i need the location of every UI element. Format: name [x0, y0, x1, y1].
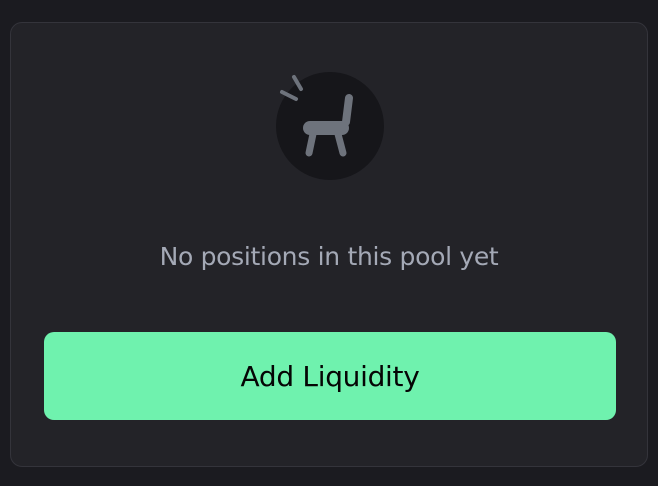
empty-state-message: No positions in this pool yet — [159, 242, 499, 271]
empty-state-icon-container — [276, 72, 384, 180]
add-liquidity-button[interactable]: Add Liquidity — [44, 332, 616, 420]
positions-card: No positions in this pool yet Add Liquid… — [10, 22, 648, 467]
broken-chair-icon — [280, 75, 353, 157]
